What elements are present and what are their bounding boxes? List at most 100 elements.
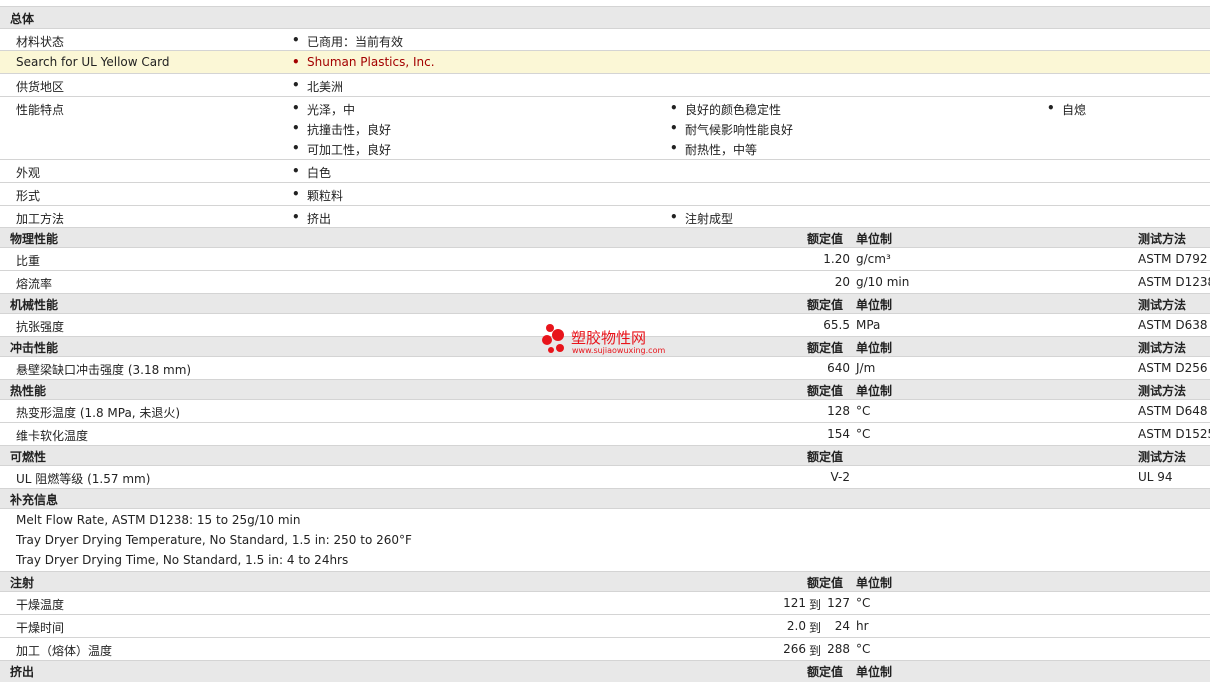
col-method-header: 测试方法 <box>1138 298 1187 312</box>
col-nominal-header: 额定值 <box>807 576 844 590</box>
col-unit-header: 单位制 <box>856 232 893 246</box>
range-to: 到 <box>809 621 822 635</box>
row-unit: °C <box>856 642 871 656</box>
row-features: 性能特点 光泽，中 良好的颜色稳定性 自熄 抗撞击性，良好 耐气候影响性能良好 … <box>0 96 1210 159</box>
range-until: 288 <box>827 642 850 656</box>
section-physical-header: 物理性能 额定值 单位制 测试方法 <box>0 227 1210 247</box>
supplemental-line: Melt Flow Rate, ASTM D1238: 15 to 25g/10… <box>16 513 301 527</box>
col-nominal-header: 额定值 <box>807 450 844 464</box>
row-specific-gravity: 比重 1.20 g/cm³ ASTM D792 <box>0 247 1210 270</box>
row-value: 颗粒料 <box>292 187 343 204</box>
row-method: ASTM D256 <box>1138 361 1208 375</box>
row-label: 加工（熔体）温度 <box>16 644 113 658</box>
row-value: 640 <box>827 361 850 375</box>
supplemental-line: Tray Dryer Drying Temperature, No Standa… <box>16 533 412 547</box>
row-label: 干燥温度 <box>16 598 65 612</box>
row-melt-temp: 加工（熔体）温度 266 到 288 °C <box>0 637 1210 660</box>
row-unit: g/10 min <box>856 275 910 289</box>
section-extrusion-header: 挤出 额定值 单位制 <box>0 660 1210 682</box>
section-title: 可燃性 <box>10 450 47 464</box>
section-supplemental-header: 补充信息 <box>0 488 1210 508</box>
row-availability: 供货地区 北美洲 <box>0 73 1210 96</box>
row-drying-temp: 干燥温度 121 到 127 °C <box>0 591 1210 614</box>
range-from: 2.0 <box>786 619 806 633</box>
row-unit: J/m <box>856 361 876 375</box>
section-general-header: 总体 <box>0 6 1210 28</box>
row-method: ASTM D648 <box>1138 404 1208 418</box>
row-label: 材料状态 <box>16 35 65 49</box>
section-mechanical-header: 机械性能 额定值 单位制 测试方法 <box>0 293 1210 313</box>
row-melt-flow: 熔流率 20 g/10 min ASTM D1238 <box>0 270 1210 293</box>
watermark-logo: 塑胶物性网 www.sujiaowuxing.com <box>542 322 682 362</box>
row-label: UL 阻燃等级 (1.57 mm) <box>16 472 151 486</box>
row-method: ASTM D1238 <box>1138 275 1210 289</box>
section-title: 机械性能 <box>10 298 59 312</box>
section-title: 热性能 <box>10 384 47 398</box>
ul-yellow-card-label: Search for UL Yellow Card <box>16 55 170 69</box>
row-ul-flame-rating: UL 阻燃等级 (1.57 mm) V-2 UL 94 <box>0 465 1210 488</box>
row-ul-yellow-card: Search for UL Yellow Card Shuman Plastic… <box>0 50 1210 73</box>
row-hdt: 热变形温度 (1.8 MPa, 未退火) 128 °C ASTM D648 <box>0 399 1210 422</box>
row-unit: MPa <box>856 318 881 332</box>
section-title: 挤出 <box>10 665 35 679</box>
section-injection-header: 注射 额定值 单位制 <box>0 571 1210 591</box>
row-form: 形式 颗粒料 <box>0 182 1210 205</box>
row-method: ASTM D1525 <box>1138 427 1210 441</box>
watermark-name: 塑胶物性网 <box>571 329 647 347</box>
section-title: 冲击性能 <box>10 341 59 355</box>
range-until: 24 <box>834 619 850 633</box>
row-value: 注射成型 <box>670 210 733 227</box>
col-unit-header: 单位制 <box>856 576 893 590</box>
row-value: 白色 <box>292 164 331 181</box>
section-title: 总体 <box>10 12 35 26</box>
row-label: 比重 <box>16 254 41 268</box>
row-processing-method: 加工方法 挤出 注射成型 <box>0 205 1210 227</box>
col-method-header: 测试方法 <box>1138 384 1187 398</box>
row-value: 154 <box>827 427 850 441</box>
range-to: 到 <box>809 644 822 658</box>
col-method-header: 测试方法 <box>1138 232 1187 246</box>
row-label: 外观 <box>16 166 41 180</box>
range-to: 到 <box>809 598 822 612</box>
row-method: UL 94 <box>1138 470 1173 484</box>
feature-item: 良好的颜色稳定性 <box>670 101 781 118</box>
range-from: 266 <box>783 642 806 656</box>
col-unit-header: 单位制 <box>856 341 893 355</box>
row-method: ASTM D638 <box>1138 318 1208 332</box>
supplemental-notes: Melt Flow Rate, ASTM D1238: 15 to 25g/10… <box>0 508 1210 571</box>
section-thermal-header: 热性能 额定值 单位制 测试方法 <box>0 379 1210 399</box>
row-value: 20 <box>834 275 850 289</box>
row-label: 热变形温度 (1.8 MPa, 未退火) <box>16 406 181 420</box>
supplier-link[interactable]: Shuman Plastics, Inc. <box>292 55 434 69</box>
col-nominal-header: 额定值 <box>807 665 844 679</box>
row-material-status: 材料状态 已商用：当前有效 <box>0 28 1210 50</box>
range-until: 127 <box>827 596 850 610</box>
row-appearance: 外观 白色 <box>0 159 1210 182</box>
row-label: 供货地区 <box>16 80 65 94</box>
feature-item: 可加工性，良好 <box>292 141 391 158</box>
col-unit-header: 单位制 <box>856 665 893 679</box>
range-from: 121 <box>783 596 806 610</box>
row-label: 熔流率 <box>16 277 53 291</box>
row-label: 维卡软化温度 <box>16 429 89 443</box>
col-nominal-header: 额定值 <box>807 341 844 355</box>
section-title: 物理性能 <box>10 232 59 246</box>
row-label: 形式 <box>16 189 41 203</box>
row-value: 65.5 <box>823 318 850 332</box>
supplemental-line: Tray Dryer Drying Time, No Standard, 1.5… <box>16 553 349 567</box>
row-method: ASTM D792 <box>1138 252 1208 266</box>
row-unit: °C <box>856 404 871 418</box>
feature-item: 光泽，中 <box>292 101 355 118</box>
row-label: 加工方法 <box>16 212 65 226</box>
row-unit: °C <box>856 427 871 441</box>
row-label: 抗张强度 <box>16 320 65 334</box>
feature-item: 耐气候影响性能良好 <box>670 121 793 138</box>
col-nominal-header: 额定值 <box>807 232 844 246</box>
row-unit: g/cm³ <box>856 252 891 266</box>
row-vicat: 维卡软化温度 154 °C ASTM D1525 <box>0 422 1210 445</box>
feature-item: 耐热性，中等 <box>670 141 757 158</box>
section-title: 注射 <box>10 576 35 590</box>
col-method-header: 测试方法 <box>1138 341 1187 355</box>
row-drying-time: 干燥时间 2.0 到 24 hr <box>0 614 1210 637</box>
col-nominal-header: 额定值 <box>807 384 844 398</box>
